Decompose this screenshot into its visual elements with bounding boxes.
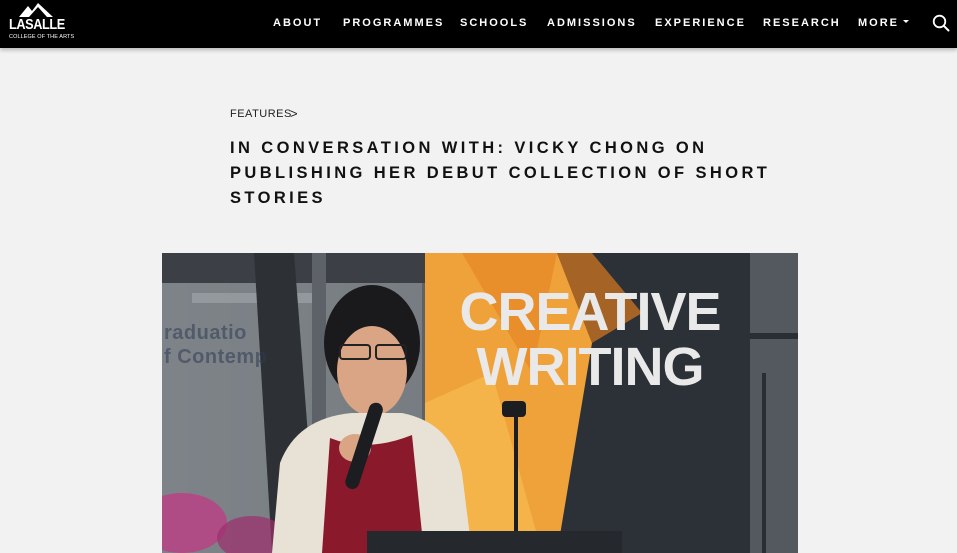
logo-tagline: COLLEGE OF THE ARTS (9, 34, 75, 40)
mountain-logo-icon (19, 3, 53, 17)
nav-item-admissions[interactable]: ADMISSIONS (547, 17, 637, 29)
nav-item-more[interactable]: MORE (858, 17, 899, 29)
top-nav-bar: LASALLE COLLEGE OF THE ARTS ABOUT PROGRA… (0, 0, 957, 48)
logo-brand-text: LASALLE (9, 16, 65, 33)
hero-image: CREATIVE WRITING raduatio f Contemp (162, 253, 798, 553)
article-title: IN CONVERSATION WITH: VICKY CHONG ON PUB… (230, 139, 771, 207)
banner-line-writing: WRITING (476, 337, 705, 397)
background-sign-line2: f Contemp (164, 346, 268, 368)
lasalle-logo[interactable]: LASALLE COLLEGE OF THE ARTS (9, 3, 74, 45)
breadcrumb: FEATURES > (230, 106, 298, 121)
search-icon[interactable] (932, 14, 950, 32)
banner-line-creative: CREATIVE (459, 282, 721, 342)
nav-item-research[interactable]: RESEARCH (763, 17, 841, 29)
chevron-down-icon[interactable] (903, 20, 909, 23)
nav-item-about[interactable]: ABOUT (273, 17, 322, 29)
banner-text: CREATIVE WRITING (430, 285, 750, 395)
nav-item-programmes[interactable]: PROGRAMMES (343, 17, 444, 29)
nav-item-schools[interactable]: SCHOOLS (460, 17, 528, 29)
background-sign-line1: raduatio (164, 322, 247, 344)
breadcrumb-separator: > (290, 106, 299, 121)
nav-item-experience[interactable]: EXPERIENCE (655, 17, 746, 29)
background-sign-text: raduatio f Contemp (164, 321, 267, 369)
breadcrumb-features-link[interactable]: FEATURES (230, 108, 292, 120)
